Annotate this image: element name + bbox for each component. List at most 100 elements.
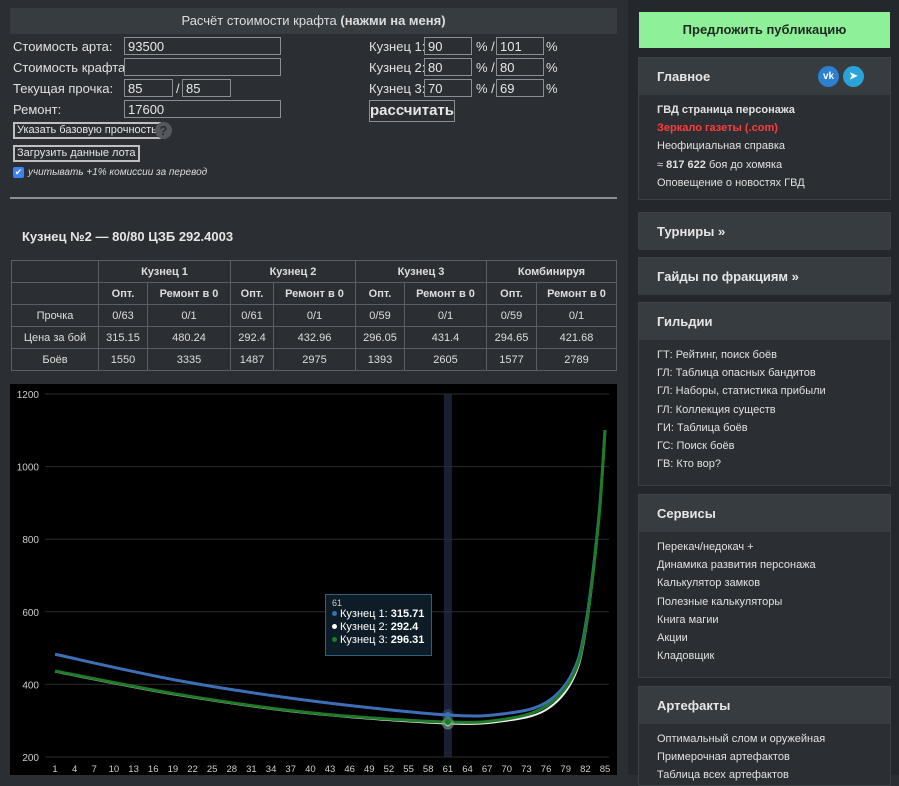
table-row: Цена за бой 315.15 480.24 292.4 432.96 2…: [11, 326, 617, 349]
group-header: Кузнец 1: [98, 260, 231, 283]
table-cell: 480.24: [147, 326, 231, 349]
sidebar-link[interactable]: ГС: Поиск боёв: [657, 437, 890, 455]
sidebar-link[interactable]: ГЛ: Наборы, статистика прибыли: [657, 382, 890, 400]
x-tick-label: 46: [344, 764, 355, 775]
x-tick-label: 13: [128, 764, 139, 775]
load-lot-button[interactable]: Загрузить данные лота: [13, 145, 140, 162]
tooltip-value: 296.31: [390, 634, 425, 646]
character-page-link[interactable]: ГВД страница персонажа: [657, 101, 890, 119]
chart-tooltip: 61 Кузнец 1: 315.71 Кузнец 2: 292.4 Кузн…: [325, 594, 432, 656]
section-body: Оптимальный слом и оружейная Примерочная…: [639, 724, 890, 785]
table-cell: 432.96: [273, 326, 356, 349]
smith-2-sep: % /: [476, 60, 495, 75]
y-tick-label: 1000: [17, 463, 40, 474]
sidebar-link[interactable]: Примерочная артефактов: [657, 748, 890, 766]
x-tick-label: 64: [462, 764, 473, 775]
smith-1-pct-input[interactable]: [424, 37, 472, 55]
series-line: [54, 430, 607, 718]
section-title: Главное vk ➤: [639, 58, 890, 95]
group-header: Кузнец 3: [355, 260, 487, 283]
sidebar-link[interactable]: ГЛ: Таблица опасных бандитов: [657, 364, 890, 382]
subheader-repair: Ремонт в 0: [273, 282, 356, 305]
tooltip-title: 61: [332, 598, 343, 608]
x-tick-label: 25: [207, 764, 218, 775]
x-tick-label: 67: [482, 764, 493, 775]
sidebar-link[interactable]: Полезные калькуляторы: [657, 593, 890, 611]
price-chart[interactable]: 200 400 600 800 1000 1200 1 4 7 10 13 16 19 22 25 28 31 3…: [10, 384, 617, 775]
sidebar-link[interactable]: Книга магии: [657, 611, 890, 629]
table-row: Боёв 1550 3335 1487 2975 1393 2605 1577 …: [11, 348, 617, 371]
smith-3-max-input[interactable]: [496, 79, 544, 97]
tooltip-value: 292.4: [390, 621, 419, 633]
section-title: Артефакты: [639, 687, 890, 724]
table-cell: 0/1: [536, 304, 617, 327]
smith-1-max-input[interactable]: [496, 37, 544, 55]
tooltip-series-name: Кузнец 2:: [340, 621, 388, 633]
durability-current-input[interactable]: [124, 79, 173, 97]
suggest-publication-button[interactable]: Предложить публикацию: [639, 12, 890, 48]
craft-cost-input[interactable]: [124, 58, 281, 76]
x-tick-label: 43: [325, 764, 336, 775]
vk-icon[interactable]: vk: [818, 66, 839, 87]
sidebar-tournaments[interactable]: Турниры »: [638, 212, 891, 250]
results-table: Кузнец 1 Кузнец 2 Кузнец 3 Комбинируя Оп…: [11, 260, 617, 371]
sidebar-link[interactable]: ГТ: Рейтинг, поиск боёв: [657, 346, 890, 364]
help-icon[interactable]: ?: [155, 122, 172, 139]
hover-band: [443, 394, 452, 757]
y-tick-label: 800: [22, 535, 39, 546]
smith-2-max-input[interactable]: [496, 58, 544, 76]
sidebar-link[interactable]: Динамика развития персонажа: [657, 556, 890, 574]
x-tick-label: 31: [246, 764, 257, 775]
smith-2-pct-input[interactable]: [424, 58, 472, 76]
battle-counter: ≈ 817 622 боя до хомяка: [657, 156, 890, 174]
table-cell: 2605: [404, 348, 487, 371]
smith-2-label: Кузнец 2:: [369, 60, 426, 75]
x-tick-label: 70: [501, 764, 512, 775]
news-notify-link[interactable]: Оповещение о новостях ГВД: [657, 174, 890, 192]
sidebar-link[interactable]: ГВ: Кто вор?: [657, 455, 890, 473]
table-cell: 315.15: [98, 326, 148, 349]
subheader-opt: Опт.: [230, 282, 274, 305]
x-tick-label: 85: [600, 764, 611, 775]
table-cell: 2975: [273, 348, 356, 371]
sidebar-link[interactable]: ГЛ: Коллекция существ: [657, 401, 890, 419]
smith-3-label: Кузнец 3:: [369, 81, 426, 96]
repair-input[interactable]: [124, 100, 281, 118]
x-tick-label: 19: [168, 764, 179, 775]
sidebar-link[interactable]: Акции: [657, 629, 890, 647]
tooltip-row: Кузнец 3: 296.31: [332, 634, 425, 647]
table-cell: 3335: [147, 348, 231, 371]
data-point: [444, 719, 451, 726]
newspaper-mirror-link[interactable]: Зеркало газеты (.com): [657, 119, 890, 137]
calc-header-toggle[interactable]: Расчёт стоимости крафта (нажми на меня): [10, 8, 617, 34]
smith-3-pct-input[interactable]: [424, 79, 472, 97]
table-cell: 0/1: [147, 304, 231, 327]
calc-header-text: Расчёт стоимости крафта: [181, 13, 337, 28]
base-durability-button[interactable]: Указать базовую прочность: [13, 122, 161, 139]
subheader-opt: Опт.: [98, 282, 148, 305]
sidebar-link[interactable]: Перекач/недокач +: [657, 538, 890, 556]
table-cell: 1393: [355, 348, 405, 371]
sidebar-link[interactable]: Калькулятор замков: [657, 574, 890, 592]
calculator-panel: Расчёт стоимости крафта (нажми на меня) …: [0, 0, 628, 775]
subheader-opt: Опт.: [486, 282, 537, 305]
calc-header-hint: (нажми на меня): [340, 13, 446, 28]
sidebar-link[interactable]: ГИ: Таблица боёв: [657, 419, 890, 437]
calculate-button[interactable]: рассчитать: [369, 100, 455, 122]
tooltip-series-name: Кузнец 1:: [340, 608, 388, 620]
sidebar-link[interactable]: Таблица всех артефактов: [657, 766, 890, 784]
counter-value: 817 622: [666, 158, 706, 171]
table-corner: [11, 260, 99, 283]
smith-1-sep: % /: [476, 39, 495, 54]
unofficial-help-link[interactable]: Неофициальная справка: [657, 137, 890, 155]
table-subheader-row: Опт. Ремонт в 0 Опт. Ремонт в 0 Опт. Рем…: [11, 282, 617, 305]
series-dot-icon: [332, 637, 337, 642]
x-tick-label: 7: [92, 764, 97, 775]
commission-checkbox[interactable]: ✔: [13, 167, 24, 178]
art-cost-input[interactable]: [124, 37, 281, 55]
sidebar-link[interactable]: Кладовщик: [657, 647, 890, 665]
durability-max-input[interactable]: [182, 79, 231, 97]
telegram-icon[interactable]: ➤: [843, 66, 864, 87]
sidebar-guides[interactable]: Гайды по фракциям »: [638, 257, 891, 295]
sidebar-link[interactable]: Оптимальный слом и оружейная: [657, 730, 890, 748]
